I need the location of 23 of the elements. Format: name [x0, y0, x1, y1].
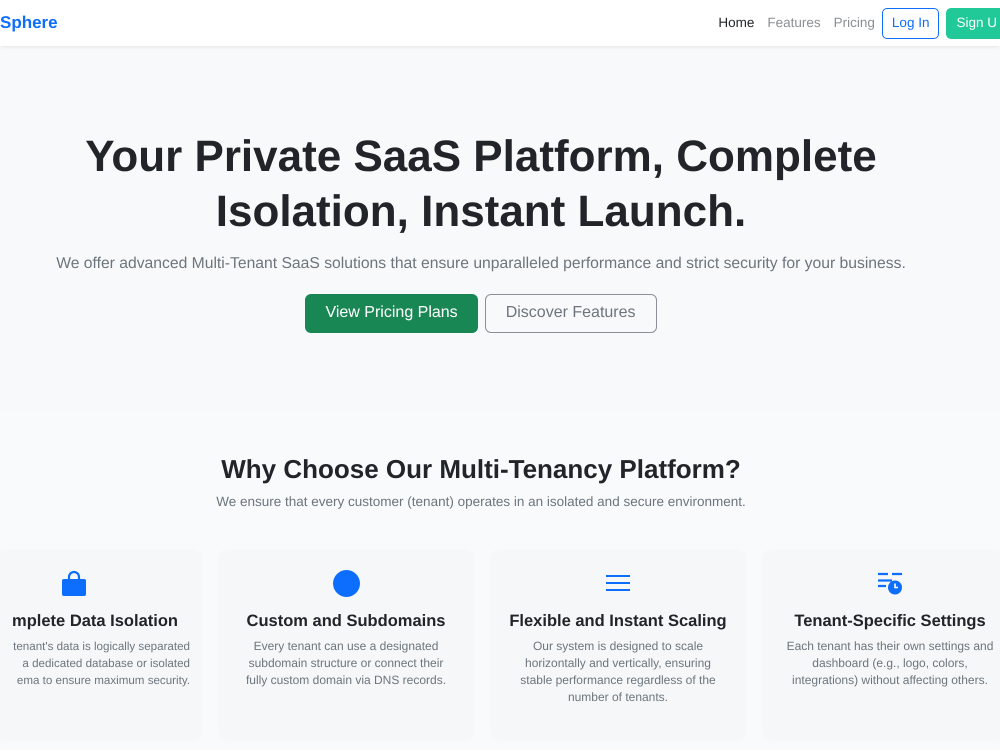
view-pricing-button[interactable]: View Pricing Plans: [305, 294, 478, 333]
circle-icon: [332, 570, 360, 597]
nav-link[interactable]: Features: [767, 12, 821, 34]
feature-title: Custom and Subdomains: [246, 611, 446, 632]
hero-subtitle: We offer advanced Multi-Tenant SaaS solutions that ensure unparalleled performance and strict security for your business.: [56, 254, 906, 274]
feature-title: Flexible and Instant Scaling: [509, 611, 727, 632]
menu-icon: [606, 575, 630, 592]
discover-features-button[interactable]: Discover Features: [484, 294, 657, 333]
feature-description: Every tenant can use a designated subdomain structure or connect their fully custom domain via DNS records.: [246, 638, 446, 690]
brand-logo[interactable]: Sphere: [0, 10, 58, 36]
login-button[interactable]: Log In: [882, 8, 940, 38]
feature-description: Our system is designed to scale horizontally and vertically, ensuring stable performance regardless of the number of tenants.: [520, 638, 716, 706]
feature-description: Each tenant has their own settings and dashboard (e.g., logo, colors, integrations) without affecting others.: [786, 638, 994, 690]
feature-description: tenant's data is logically separated a dedicated database or isolated ema to ensure maximum security.: [13, 639, 190, 690]
features-title: Why Choose Our Multi-Tenancy Platform?: [220, 453, 742, 486]
nav-link[interactable]: Pricing: [834, 12, 875, 34]
feature-title: Tenant-Specific Settings: [794, 611, 986, 632]
features-subtitle: We ensure that every customer (tenant) operates in an isolated and secure environment.: [215, 493, 747, 511]
nav-link[interactable]: Home: [718, 12, 754, 34]
list-clock-icon: [878, 572, 902, 595]
lock-icon: [62, 570, 86, 596]
hero-title: Your Private SaaS Platform, Complete Isolation, Instant Launch.: [84, 131, 878, 238]
feature-title: mplete Data Isolation: [12, 611, 178, 632]
